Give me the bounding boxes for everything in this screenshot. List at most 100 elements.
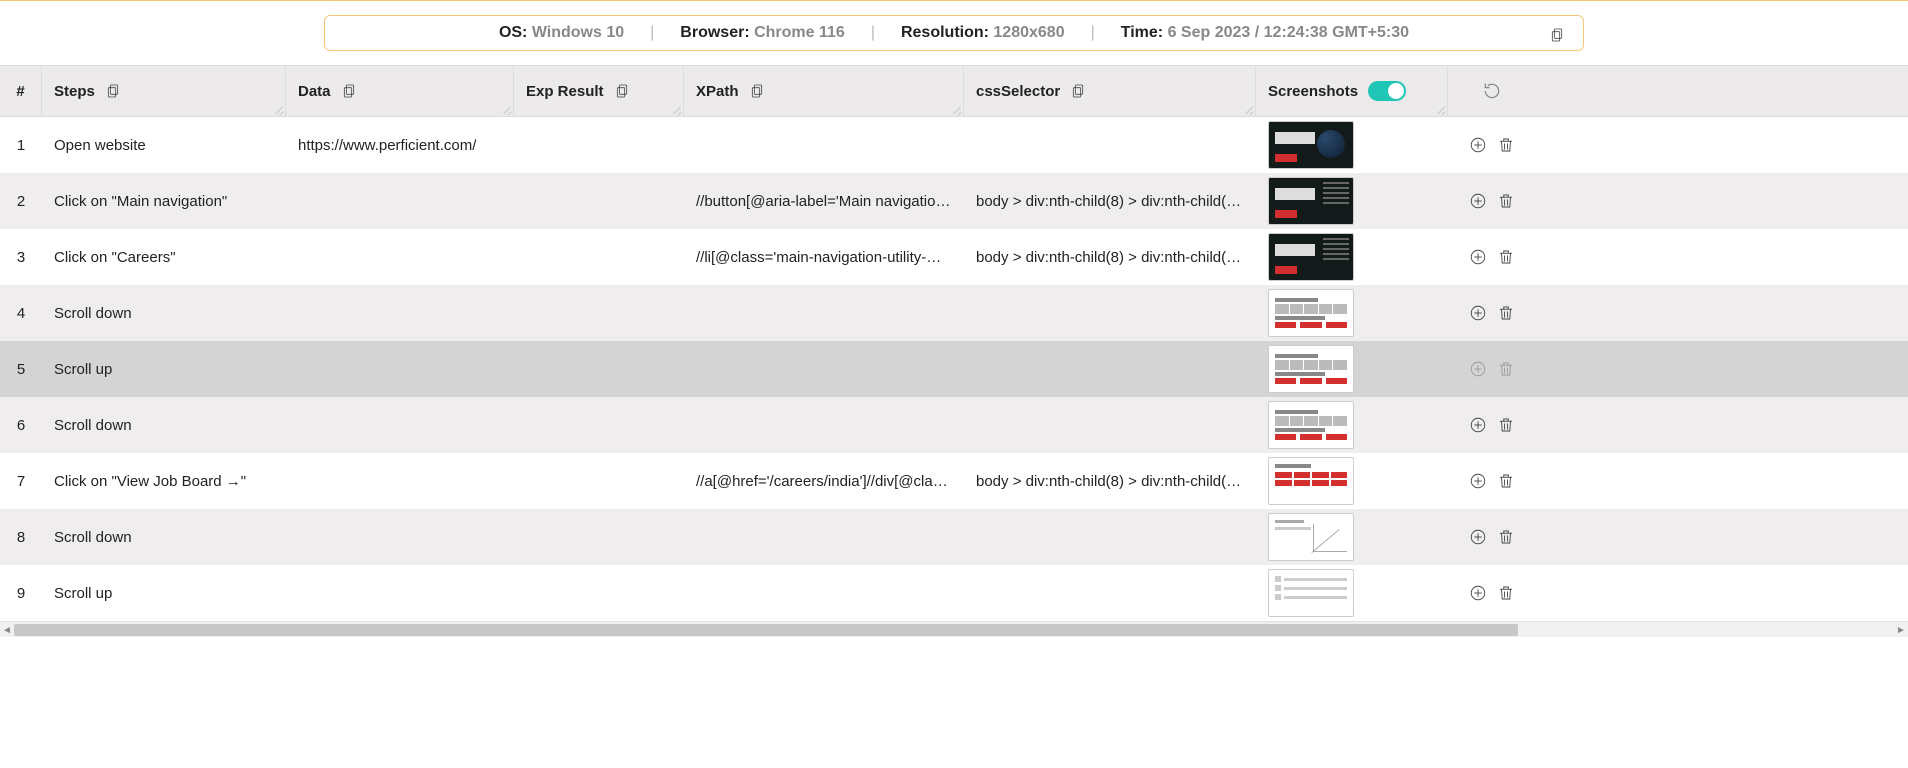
- header-css-selector[interactable]: cssSelector: [964, 66, 1256, 116]
- cell-xpath[interactable]: [684, 117, 964, 173]
- table-row[interactable]: 2Click on "Main navigation"//button[@ari…: [0, 173, 1908, 229]
- screenshot-thumb[interactable]: [1268, 233, 1354, 281]
- header-steps[interactable]: Steps: [42, 66, 286, 116]
- copy-css-icon[interactable]: [1070, 83, 1086, 99]
- add-step-icon[interactable]: [1469, 248, 1487, 266]
- delete-step-icon[interactable]: [1497, 304, 1515, 322]
- cell-data[interactable]: [286, 173, 514, 229]
- table-row[interactable]: 9Scroll up: [0, 565, 1908, 621]
- cell-data[interactable]: [286, 509, 514, 565]
- screenshot-thumb[interactable]: [1268, 345, 1354, 393]
- screenshot-thumb[interactable]: [1268, 513, 1354, 561]
- cell-xpath[interactable]: [684, 285, 964, 341]
- cell-step[interactable]: Scroll down: [42, 397, 286, 453]
- table-row[interactable]: 3Click on "Careers"//li[@class='main-nav…: [0, 229, 1908, 285]
- screenshot-thumb[interactable]: [1268, 289, 1354, 337]
- delete-step-icon[interactable]: [1497, 192, 1515, 210]
- cell-step[interactable]: Scroll up: [42, 565, 286, 621]
- add-step-icon[interactable]: [1469, 528, 1487, 546]
- cell-step[interactable]: Scroll down: [42, 509, 286, 565]
- cell-css-selector[interactable]: [964, 509, 1256, 565]
- cell-data[interactable]: [286, 229, 514, 285]
- copy-steps-icon[interactable]: [105, 83, 121, 99]
- header-data[interactable]: Data: [286, 66, 514, 116]
- scroll-right-arrow[interactable]: ►: [1895, 624, 1907, 636]
- cell-step[interactable]: Open website: [42, 117, 286, 173]
- cell-css-selector[interactable]: [964, 397, 1256, 453]
- cell-data[interactable]: [286, 285, 514, 341]
- scroll-thumb[interactable]: [14, 624, 1518, 636]
- cell-step[interactable]: Scroll up: [42, 341, 286, 397]
- copy-info-icon[interactable]: [1549, 27, 1565, 43]
- cell-css-selector[interactable]: [964, 565, 1256, 621]
- cell-step[interactable]: Click on "View Job Board →": [42, 453, 286, 509]
- cell-exp-result[interactable]: [514, 397, 684, 453]
- header-screenshots[interactable]: Screenshots: [1256, 66, 1448, 116]
- cell-xpath[interactable]: //button[@aria-label='Main navigation']/…: [684, 173, 964, 229]
- delete-step-icon[interactable]: [1497, 584, 1515, 602]
- delete-step-icon[interactable]: [1497, 416, 1515, 434]
- screenshot-thumb[interactable]: [1268, 121, 1354, 169]
- cell-step[interactable]: Click on "Main navigation": [42, 173, 286, 229]
- add-step-icon[interactable]: [1469, 136, 1487, 154]
- header-xpath[interactable]: XPath: [684, 66, 964, 116]
- scroll-track[interactable]: [14, 624, 1894, 636]
- delete-step-icon[interactable]: [1497, 136, 1515, 154]
- copy-xpath-icon[interactable]: [749, 83, 765, 99]
- scroll-left-arrow[interactable]: ◄: [1, 624, 13, 636]
- header-exp-result[interactable]: Exp Result: [514, 66, 684, 116]
- cell-xpath[interactable]: [684, 397, 964, 453]
- add-step-icon[interactable]: [1469, 584, 1487, 602]
- cell-xpath[interactable]: [684, 565, 964, 621]
- cell-exp-result[interactable]: [514, 117, 684, 173]
- cell-exp-result[interactable]: [514, 341, 684, 397]
- cell-data[interactable]: [286, 565, 514, 621]
- add-step-icon[interactable]: [1469, 192, 1487, 210]
- cell-css-selector[interactable]: body > div:nth-child(8) > div:nth-child(…: [964, 453, 1256, 509]
- table-row[interactable]: 4Scroll down: [0, 285, 1908, 341]
- cell-exp-result[interactable]: [514, 509, 684, 565]
- delete-step-icon[interactable]: [1497, 248, 1515, 266]
- add-step-icon[interactable]: [1469, 304, 1487, 322]
- add-step-icon[interactable]: [1469, 472, 1487, 490]
- cell-data[interactable]: [286, 341, 514, 397]
- reset-icon[interactable]: [1482, 81, 1502, 101]
- cell-css-selector[interactable]: body > div:nth-child(8) > div:nth-child(…: [964, 173, 1256, 229]
- cell-exp-result[interactable]: [514, 453, 684, 509]
- cell-exp-result[interactable]: [514, 173, 684, 229]
- cell-exp-result[interactable]: [514, 565, 684, 621]
- table-row[interactable]: 8Scroll down: [0, 509, 1908, 565]
- add-step-icon[interactable]: [1469, 416, 1487, 434]
- add-step-icon[interactable]: [1469, 360, 1487, 378]
- cell-xpath[interactable]: [684, 509, 964, 565]
- screenshot-thumb[interactable]: [1268, 569, 1354, 617]
- screenshots-toggle[interactable]: [1368, 81, 1406, 101]
- cell-data[interactable]: [286, 453, 514, 509]
- copy-data-icon[interactable]: [341, 83, 357, 99]
- screenshot-thumb[interactable]: [1268, 401, 1354, 449]
- cell-step[interactable]: Scroll down: [42, 285, 286, 341]
- cell-xpath[interactable]: [684, 341, 964, 397]
- delete-step-icon[interactable]: [1497, 472, 1515, 490]
- cell-css-selector[interactable]: [964, 285, 1256, 341]
- cell-exp-result[interactable]: [514, 285, 684, 341]
- screenshot-thumb[interactable]: [1268, 177, 1354, 225]
- cell-exp-result[interactable]: [514, 229, 684, 285]
- cell-data[interactable]: https://www.perficient.com/: [286, 117, 514, 173]
- table-row[interactable]: 5Scroll up: [0, 341, 1908, 397]
- table-row[interactable]: 6Scroll down: [0, 397, 1908, 453]
- cell-xpath[interactable]: //a[@href='/careers/india']//div[@class=…: [684, 453, 964, 509]
- delete-step-icon[interactable]: [1497, 360, 1515, 378]
- screenshot-thumb[interactable]: [1268, 457, 1354, 505]
- delete-step-icon[interactable]: [1497, 528, 1515, 546]
- copy-exp-icon[interactable]: [614, 83, 630, 99]
- cell-css-selector[interactable]: [964, 341, 1256, 397]
- cell-data[interactable]: [286, 397, 514, 453]
- table-row[interactable]: 1Open websitehttps://www.perficient.com/: [0, 117, 1908, 173]
- table-row[interactable]: 7Click on "View Job Board →"//a[@href='/…: [0, 453, 1908, 509]
- cell-xpath[interactable]: //li[@class='main-navigation-utility-men…: [684, 229, 964, 285]
- cell-css-selector[interactable]: body > div:nth-child(8) > div:nth-child(…: [964, 229, 1256, 285]
- cell-css-selector[interactable]: [964, 117, 1256, 173]
- cell-step[interactable]: Click on "Careers": [42, 229, 286, 285]
- horizontal-scrollbar[interactable]: ◄ ►: [0, 621, 1908, 637]
